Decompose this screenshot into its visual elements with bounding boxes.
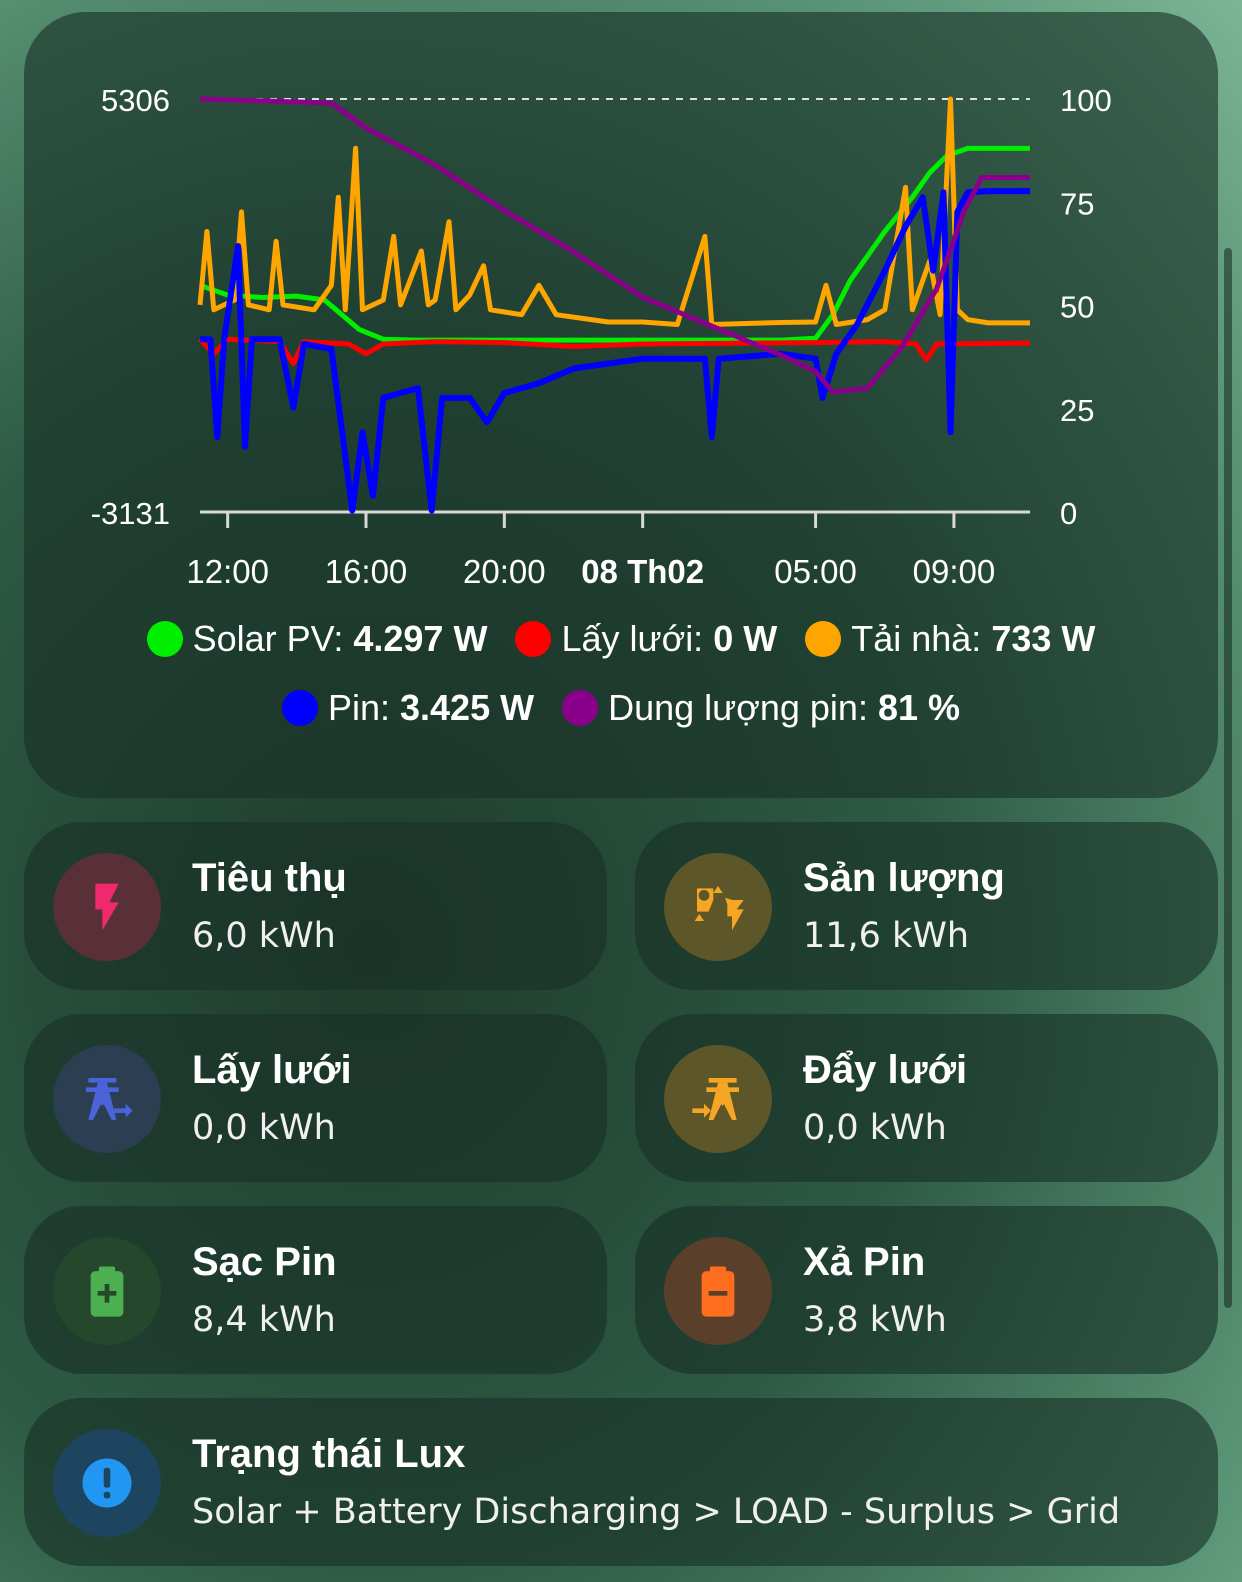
transmission-tower-export-icon-badge (664, 1045, 772, 1153)
tile-title: Lấy lưới (192, 1048, 352, 1092)
legend-value: 0 W (713, 618, 778, 659)
tile-value: 0,0 kWh (192, 1108, 336, 1148)
legend-color-dot (146, 621, 183, 657)
series-line-3 (200, 188, 1030, 514)
tile-lux-status[interactable]: Trạng thái Lux Solar + Battery Dischargi… (24, 1398, 1218, 1566)
legend-label: Pin: (327, 687, 401, 728)
tile-battery-charge[interactable]: Sạc Pin 8,4 kWh (24, 1206, 607, 1374)
x-tick-label: 12:00 (186, 553, 269, 590)
tile-production[interactable]: Sản lượng 11,6 kWh (635, 822, 1218, 990)
right-axis-tick-label: 100 (1060, 83, 1112, 118)
tile-title: Đẩy lưới (803, 1048, 968, 1092)
legend-item[interactable]: Pin: 3.425 W (281, 687, 535, 729)
battery-plus-icon (90, 1266, 124, 1317)
legend-value: 81 % (877, 687, 961, 728)
tile-consumption[interactable]: Tiêu thụ 6,0 kWh (24, 822, 607, 990)
tile-title: Sạc Pin (192, 1240, 337, 1284)
legend-color-dot (515, 621, 552, 657)
transmission-tower-import-icon-badge (53, 1045, 161, 1153)
alert-circle-icon-badge (53, 1429, 161, 1537)
transmission-tower-export-icon (692, 1078, 739, 1120)
series-line-2 (197, 96, 1030, 327)
legend-label: Lấy lưới: (561, 618, 714, 659)
legend-item[interactable]: Dung lượng pin: 81 % (562, 687, 960, 729)
tile-battery-discharge[interactable]: Xả Pin 3,8 kWh (635, 1206, 1218, 1374)
solar-power-icon (694, 886, 744, 931)
left-axis-max-label: 5306 (101, 83, 170, 118)
lightning-icon (95, 883, 119, 931)
energy-history-chart-card[interactable]: 5306 -3131 100 75 50 25 0 12:00 16:00 20:00 08 Th0… (24, 12, 1218, 798)
legend-value: 3.425 W (400, 687, 535, 728)
battery-minus-icon-badge (664, 1237, 772, 1345)
tile-value: 11,6 kWh (803, 916, 970, 956)
tile-title: Tiêu thụ (192, 856, 347, 900)
left-axis-min-label: -3131 (91, 496, 170, 531)
chart-legend-row: Solar PV: 4.297 W Lấy lưới: 0 W Tải nhà: 7… (24, 618, 1218, 660)
right-axis-tick-label: 0 (1060, 496, 1077, 531)
legend-value: 4.297 W (353, 618, 488, 659)
right-axis-tick-label: 25 (1060, 393, 1094, 428)
battery-plus-icon-badge (53, 1237, 161, 1345)
legend-item[interactable]: Solar PV: 4.297 W (146, 618, 488, 660)
legend-color-dot (281, 690, 318, 726)
tile-value: 6,0 kWh (192, 916, 336, 956)
right-axis-tick-label: 75 (1060, 186, 1094, 221)
transmission-tower-import-icon (86, 1078, 133, 1120)
tile-value: 3,8 kWh (803, 1300, 947, 1340)
energy-history-chart: 5306 -3131 100 75 50 25 0 12:00 16:00 20:00 08 Th0… (91, 83, 1112, 590)
tile-grid-import[interactable]: Lấy lưới 0,0 kWh (24, 1014, 607, 1182)
legend-color-dot (805, 621, 842, 657)
alert-circle-icon (82, 1458, 132, 1508)
x-tick-label: 16:00 (325, 553, 408, 590)
x-tick-label: 05:00 (774, 553, 857, 590)
legend-item[interactable]: Tải nhà: 733 W (805, 618, 1095, 660)
legend-item[interactable]: Lấy lưới: 0 W (515, 618, 777, 660)
battery-minus-icon (701, 1266, 735, 1317)
status-title: Trạng thái Lux (192, 1432, 466, 1476)
legend-label: Solar PV: (192, 618, 354, 659)
legend-color-dot (562, 690, 599, 726)
right-axis-tick-label: 50 (1060, 290, 1094, 325)
legend-value: 733 W (991, 618, 1096, 659)
x-tick-label: 09:00 (913, 553, 996, 590)
legend-label: Tải nhà: (851, 618, 992, 659)
scrollbar[interactable] (1224, 248, 1232, 1308)
status-value: Solar + Battery Discharging > LOAD - Sur… (192, 1492, 1121, 1532)
tile-title: Xả Pin (803, 1240, 926, 1284)
tile-grid-export[interactable]: Đẩy lưới 0,0 kWh (635, 1014, 1218, 1182)
series-line-0 (199, 145, 1030, 343)
x-tick-label: 08 Th02 (581, 553, 704, 590)
x-tick-label: 20:00 (463, 553, 546, 590)
legend-label: Dung lượng pin: (608, 687, 878, 728)
lightning-icon-badge (53, 853, 161, 961)
tile-value: 8,4 kWh (192, 1300, 336, 1340)
solar-power-icon-badge (664, 853, 772, 961)
tile-value: 0,0 kWh (803, 1108, 947, 1148)
chart-legend-row: Pin: 3.425 W Dung lượng pin: 81 % (24, 687, 1218, 729)
tile-title: Sản lượng (803, 856, 1005, 900)
